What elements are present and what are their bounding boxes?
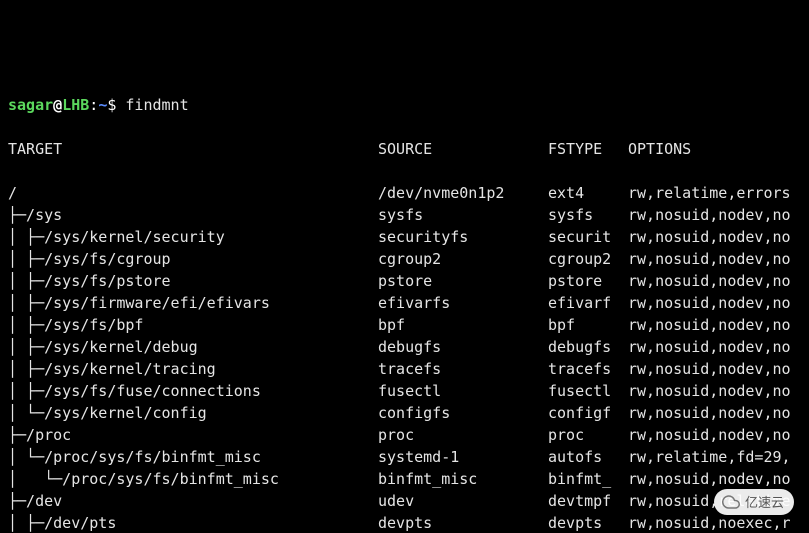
options-cell: rw,relatime,fd=29,: [628, 446, 791, 468]
mount-row: ├─/procprocprocrw,nosuid,nodev,no: [8, 424, 801, 446]
target-cell: │ ├─/sys/kernel/debug: [8, 336, 378, 358]
options-cell: rw,nosuid,nodev,no: [628, 226, 791, 248]
options-cell: rw,nosuid,nodev,no: [628, 270, 791, 292]
prompt-colon: :: [89, 96, 98, 114]
prompt-at: @: [53, 96, 62, 114]
mount-row: │ ├─/sys/firmware/efi/efivarsefivarfsefi…: [8, 292, 801, 314]
source-cell: systemd-1: [378, 446, 548, 468]
fstype-cell: efivarf: [548, 292, 628, 314]
source-cell: configfs: [378, 402, 548, 424]
source-cell: debugfs: [378, 336, 548, 358]
fstype-cell: sysfs: [548, 204, 628, 226]
header-fstype: FSTYPE: [548, 138, 628, 160]
mount-row: │ └─/proc/sys/fs/binfmt_miscbinfmt_miscb…: [8, 468, 801, 490]
options-cell: rw,nosuid,nodev,no: [628, 336, 791, 358]
watermark-text: 亿速云: [745, 496, 784, 509]
target-cell: │ ├─/sys/fs/bpf: [8, 314, 378, 336]
options-cell: rw,nosuid,nodev,no: [628, 380, 791, 402]
mount-row: │ ├─/sys/fs/fuse/connectionsfusectlfusec…: [8, 380, 801, 402]
source-cell: bpf: [378, 314, 548, 336]
target-cell: │ └─/proc/sys/fs/binfmt_misc: [8, 468, 378, 490]
header-options: OPTIONS: [628, 138, 691, 160]
fstype-cell: tracefs: [548, 358, 628, 380]
mount-row: ├─/devudevdevtmpfrw,nosuid,relatime: [8, 490, 801, 512]
options-cell: rw,nosuid,nodev,no: [628, 424, 791, 446]
target-cell: │ ├─/dev/pts: [8, 512, 378, 533]
mount-row: │ ├─/sys/fs/pstorepstorepstorerw,nosuid,…: [8, 270, 801, 292]
mount-row: │ ├─/sys/kernel/debugdebugfsdebugfsrw,no…: [8, 336, 801, 358]
mount-row: │ └─/sys/kernel/configconfigfsconfigfrw,…: [8, 402, 801, 424]
options-cell: rw,nosuid,nodev,no: [628, 314, 791, 336]
options-cell: rw,nosuid,nodev,no: [628, 248, 791, 270]
prompt-path: ~: [98, 96, 107, 114]
target-cell: ├─/proc: [8, 424, 378, 446]
target-cell: │ ├─/sys/fs/pstore: [8, 270, 378, 292]
fstype-cell: cgroup2: [548, 248, 628, 270]
target-cell: ├─/dev: [8, 490, 378, 512]
source-cell: pstore: [378, 270, 548, 292]
prompt-user: sagar: [8, 96, 53, 114]
mount-row: │ ├─/sys/kernel/securitysecurityfssecuri…: [8, 226, 801, 248]
source-cell: devpts: [378, 512, 548, 533]
mount-row: │ ├─/sys/fs/cgroupcgroup2cgroup2rw,nosui…: [8, 248, 801, 270]
fstype-cell: pstore: [548, 270, 628, 292]
mount-table-body: //dev/nvme0n1p2ext4rw,relatime,errors├─/…: [8, 182, 801, 533]
mount-row: │ ├─/dev/ptsdevptsdevptsrw,nosuid,noexec…: [8, 512, 801, 533]
mount-row: │ ├─/sys/kernel/tracingtracefstracefsrw,…: [8, 358, 801, 380]
fstype-cell: proc: [548, 424, 628, 446]
source-cell: tracefs: [378, 358, 548, 380]
target-cell: /: [8, 182, 378, 204]
target-cell: │ ├─/sys/fs/cgroup: [8, 248, 378, 270]
options-cell: rw,relatime,errors: [628, 182, 791, 204]
fstype-cell: ext4: [548, 182, 628, 204]
source-cell: proc: [378, 424, 548, 446]
mount-row: //dev/nvme0n1p2ext4rw,relatime,errors: [8, 182, 801, 204]
target-cell: │ ├─/sys/kernel/security: [8, 226, 378, 248]
options-cell: rw,nosuid,nodev,no: [628, 292, 791, 314]
source-cell: udev: [378, 490, 548, 512]
source-cell: binfmt_misc: [378, 468, 548, 490]
options-cell: rw,nosuid,nodev,no: [628, 402, 791, 424]
fstype-cell: fusectl: [548, 380, 628, 402]
target-cell: │ └─/proc/sys/fs/binfmt_misc: [8, 446, 378, 468]
fstype-cell: debugfs: [548, 336, 628, 358]
cloud-icon: [722, 493, 740, 511]
options-cell: rw,nosuid,nodev,no: [628, 358, 791, 380]
source-cell: /dev/nvme0n1p2: [378, 182, 548, 204]
options-cell: rw,nosuid,nodev,no: [628, 468, 791, 490]
header-source: SOURCE: [378, 138, 548, 160]
fstype-cell: devpts: [548, 512, 628, 533]
watermark-badge: 亿速云: [714, 489, 794, 515]
header-target: TARGET: [8, 138, 378, 160]
mount-row: ├─/syssysfssysfsrw,nosuid,nodev,no: [8, 204, 801, 226]
options-cell: rw,nosuid,noexec,r: [628, 512, 791, 533]
prompt-line[interactable]: sagar@LHB:~$ findmnt: [8, 94, 801, 116]
target-cell: │ ├─/sys/firmware/efi/efivars: [8, 292, 378, 314]
target-cell: │ ├─/sys/fs/fuse/connections: [8, 380, 378, 402]
prompt-host: LHB: [62, 96, 89, 114]
fstype-cell: securit: [548, 226, 628, 248]
fstype-cell: autofs: [548, 446, 628, 468]
header-row: TARGETSOURCEFSTYPEOPTIONS: [8, 138, 801, 160]
source-cell: fusectl: [378, 380, 548, 402]
command: findmnt: [125, 96, 188, 114]
source-cell: securityfs: [378, 226, 548, 248]
fstype-cell: binfmt_: [548, 468, 628, 490]
target-cell: │ └─/sys/kernel/config: [8, 402, 378, 424]
mount-row: │ └─/proc/sys/fs/binfmt_miscsystemd-1aut…: [8, 446, 801, 468]
source-cell: efivarfs: [378, 292, 548, 314]
source-cell: cgroup2: [378, 248, 548, 270]
source-cell: sysfs: [378, 204, 548, 226]
fstype-cell: configf: [548, 402, 628, 424]
options-cell: rw,nosuid,nodev,no: [628, 204, 791, 226]
fstype-cell: devtmpf: [548, 490, 628, 512]
fstype-cell: bpf: [548, 314, 628, 336]
mount-row: │ ├─/sys/fs/bpfbpfbpfrw,nosuid,nodev,no: [8, 314, 801, 336]
target-cell: │ ├─/sys/kernel/tracing: [8, 358, 378, 380]
prompt-dollar: $: [107, 96, 125, 114]
target-cell: ├─/sys: [8, 204, 378, 226]
